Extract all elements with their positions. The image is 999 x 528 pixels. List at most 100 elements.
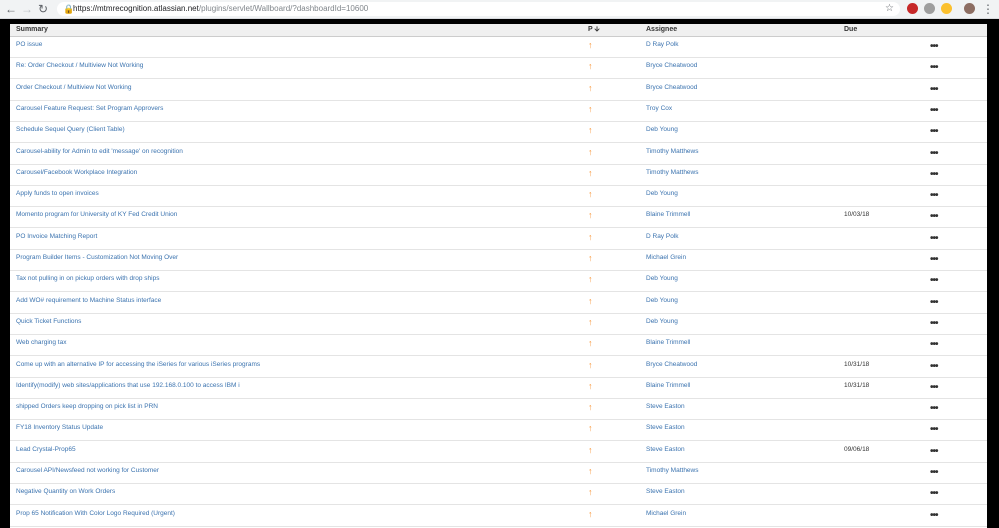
ellipsis-icon[interactable]: ••• [930,63,938,73]
issue-summary-link[interactable]: PO issue [16,40,42,50]
assignee-link[interactable]: D Ray Polk [646,40,679,50]
extension-shield-icon[interactable] [907,3,918,14]
table-row[interactable]: Re: Order Checkout / Multiview Not Worki… [10,58,987,80]
table-row[interactable]: Carousel-ability for Admin to edit 'mess… [10,144,987,165]
table-row[interactable]: Come up with an alternative IP for acces… [10,357,987,378]
assignee-link[interactable]: Steve Easton [646,423,685,433]
assignee-link[interactable]: Deb Young [646,317,678,327]
issue-summary-link[interactable]: Momento program for University of KY Fed… [16,210,177,220]
header-priority[interactable]: P 🡫 [588,26,600,34]
issue-summary-link[interactable]: Quick Ticket Functions [16,317,81,327]
issue-summary-link[interactable]: PO Invoice Matching Report [16,232,97,242]
ellipsis-icon[interactable]: ••• [930,510,938,521]
assignee-link[interactable]: Timothy Matthews [646,147,699,157]
ellipsis-icon[interactable]: ••• [930,233,938,244]
issue-summary-link[interactable]: Order Checkout / Multiview Not Working [16,83,131,93]
assignee-link[interactable]: Bryce Cheatwood [646,83,697,93]
table-row[interactable]: Quick Ticket Functions ↑ Deb Young ••• [10,314,987,335]
assignee-link[interactable]: Steve Easton [646,445,685,455]
table-row[interactable]: Order Checkout / Multiview Not Working ↑ B… [10,80,987,101]
ellipsis-icon[interactable]: ••• [930,382,938,393]
assignee-link[interactable]: Steve Easton [646,487,685,497]
ellipsis-icon[interactable]: ••• [930,255,938,265]
reload-icon[interactable]: ↻ [36,2,50,16]
assignee-link[interactable]: Deb Young [646,274,678,284]
ellipsis-icon[interactable]: ••• [930,42,938,52]
ellipsis-icon[interactable]: ••• [930,404,938,414]
assignee-link[interactable]: Bryce Cheatwood [646,360,697,370]
menu-kebab-icon[interactable]: ⋮ [981,2,995,16]
issue-summary-link[interactable]: Carousel/Facebook Workplace Integration [16,168,137,178]
table-row[interactable]: Carousel/Facebook Workplace Integration ↑… [10,165,987,186]
issue-summary-link[interactable]: Lead Crystal-Prop65 [16,445,76,455]
issue-summary-link[interactable]: Come up with an alternative IP for acces… [16,360,260,370]
profile-avatar[interactable] [964,3,975,14]
header-due[interactable]: Due [844,26,857,34]
ellipsis-icon[interactable]: ••• [930,468,938,478]
issue-summary-link[interactable]: Identify(modify) web sites/applications … [16,381,240,391]
issue-summary-link[interactable]: Negative Quantity on Work Orders [16,487,115,497]
assignee-link[interactable]: Timothy Matthews [646,168,699,178]
table-row[interactable]: PO issue ↑ D Ray Polk ••• [10,37,987,58]
assignee-link[interactable]: Michael Grein [646,253,686,263]
assignee-link[interactable]: Blaine Trimmell [646,210,690,220]
ellipsis-icon[interactable]: ••• [930,84,938,95]
assignee-link[interactable]: Troy Cox [646,104,672,114]
issue-summary-link[interactable]: Re: Order Checkout / Multiview Not Worki… [16,61,143,71]
extension-yellow-icon[interactable] [941,3,952,14]
forward-arrow-icon[interactable]: → [20,2,34,16]
bookmark-star-icon[interactable]: ☆ [885,2,894,16]
assignee-link[interactable]: Blaine Trimmell [646,338,690,348]
table-row[interactable]: Identify(modify) web sites/applications … [10,378,987,399]
issue-summary-link[interactable]: Carousel Feature Request: Set Program Ap… [16,104,163,114]
assignee-link[interactable]: Deb Young [646,125,678,135]
issue-summary-link[interactable]: shipped Orders keep dropping on pick lis… [16,402,158,412]
header-assignee[interactable]: Assignee [646,26,677,34]
assignee-link[interactable]: Deb Young [646,189,678,199]
assignee-link[interactable]: Deb Young [646,296,678,306]
ellipsis-icon[interactable]: ••• [930,105,938,116]
table-row[interactable]: Negative Quantity on Work Orders ↑ Steve E… [10,484,987,506]
issue-summary-link[interactable]: Schedule Sequel Query (Client Table) [16,125,125,135]
assignee-link[interactable]: Steve Easton [646,402,685,412]
ellipsis-icon[interactable]: ••• [930,425,938,435]
table-row[interactable]: Prop 65 Notification With Color Logo Req… [10,506,987,527]
ellipsis-icon[interactable]: ••• [930,127,938,137]
issue-summary-link[interactable]: Tax not pulling in on pickup orders with… [16,274,159,284]
issue-summary-link[interactable]: Carousel API/Newsfeed not working for Cu… [16,466,159,476]
issue-summary-link[interactable]: Program Builder Items - Customization No… [16,253,178,263]
table-row[interactable]: shipped Orders keep dropping on pick lis… [10,399,987,421]
assignee-link[interactable]: Blaine Trimmell [646,381,690,391]
ellipsis-icon[interactable]: ••• [930,446,938,457]
ellipsis-icon[interactable]: ••• [930,318,938,329]
ellipsis-icon[interactable]: ••• [930,297,938,308]
issue-summary-link[interactable]: Web charging tax [16,338,66,348]
issue-summary-link[interactable]: FY18 Inventory Status Update [16,423,103,433]
table-row[interactable]: Lead Crystal-Prop65 ↑ Steve Easton 09/06/18… [10,442,987,463]
table-row[interactable]: Carousel API/Newsfeed not working for Cu… [10,463,987,484]
ellipsis-icon[interactable]: ••• [930,489,938,499]
back-arrow-icon[interactable]: ← [4,2,18,16]
table-row[interactable]: Tax not pulling in on pickup orders with… [10,271,987,293]
table-row[interactable]: Schedule Sequel Query (Client Table) ↑ Deb… [10,122,987,144]
ellipsis-icon[interactable]: ••• [930,276,938,286]
issue-summary-link[interactable]: Apply funds to open invoices [16,189,99,199]
ellipsis-icon[interactable]: ••• [930,191,938,201]
ellipsis-icon[interactable]: ••• [930,212,938,222]
table-row[interactable]: Momento program for University of KY Fed… [10,207,987,229]
issue-summary-link[interactable]: Add WO# requirement to Machine Status in… [16,296,161,306]
ellipsis-icon[interactable]: ••• [930,340,938,350]
table-row[interactable]: Add WO# requirement to Machine Status in… [10,293,987,314]
ellipsis-icon[interactable]: ••• [930,361,938,372]
ellipsis-icon[interactable]: ••• [930,148,938,159]
table-row[interactable]: Program Builder Items - Customization No… [10,250,987,271]
address-bar[interactable]: 🔒 https://mtmrecognition.atlassian.net/p… [57,2,900,16]
issue-summary-link[interactable]: Prop 65 Notification With Color Logo Req… [16,509,175,519]
table-row[interactable]: Apply funds to open invoices ↑ Deb Young ••… [10,186,987,208]
assignee-link[interactable]: Timothy Matthews [646,466,699,476]
ellipsis-icon[interactable]: ••• [930,169,938,180]
table-row[interactable]: PO Invoice Matching Report ↑ D Ray Polk ••• [10,229,987,250]
issue-summary-link[interactable]: Carousel-ability for Admin to edit 'mess… [16,147,183,157]
assignee-link[interactable]: Michael Grein [646,509,686,519]
table-row[interactable]: Web charging tax ↑ Blaine Trimmell ••• [10,335,987,357]
